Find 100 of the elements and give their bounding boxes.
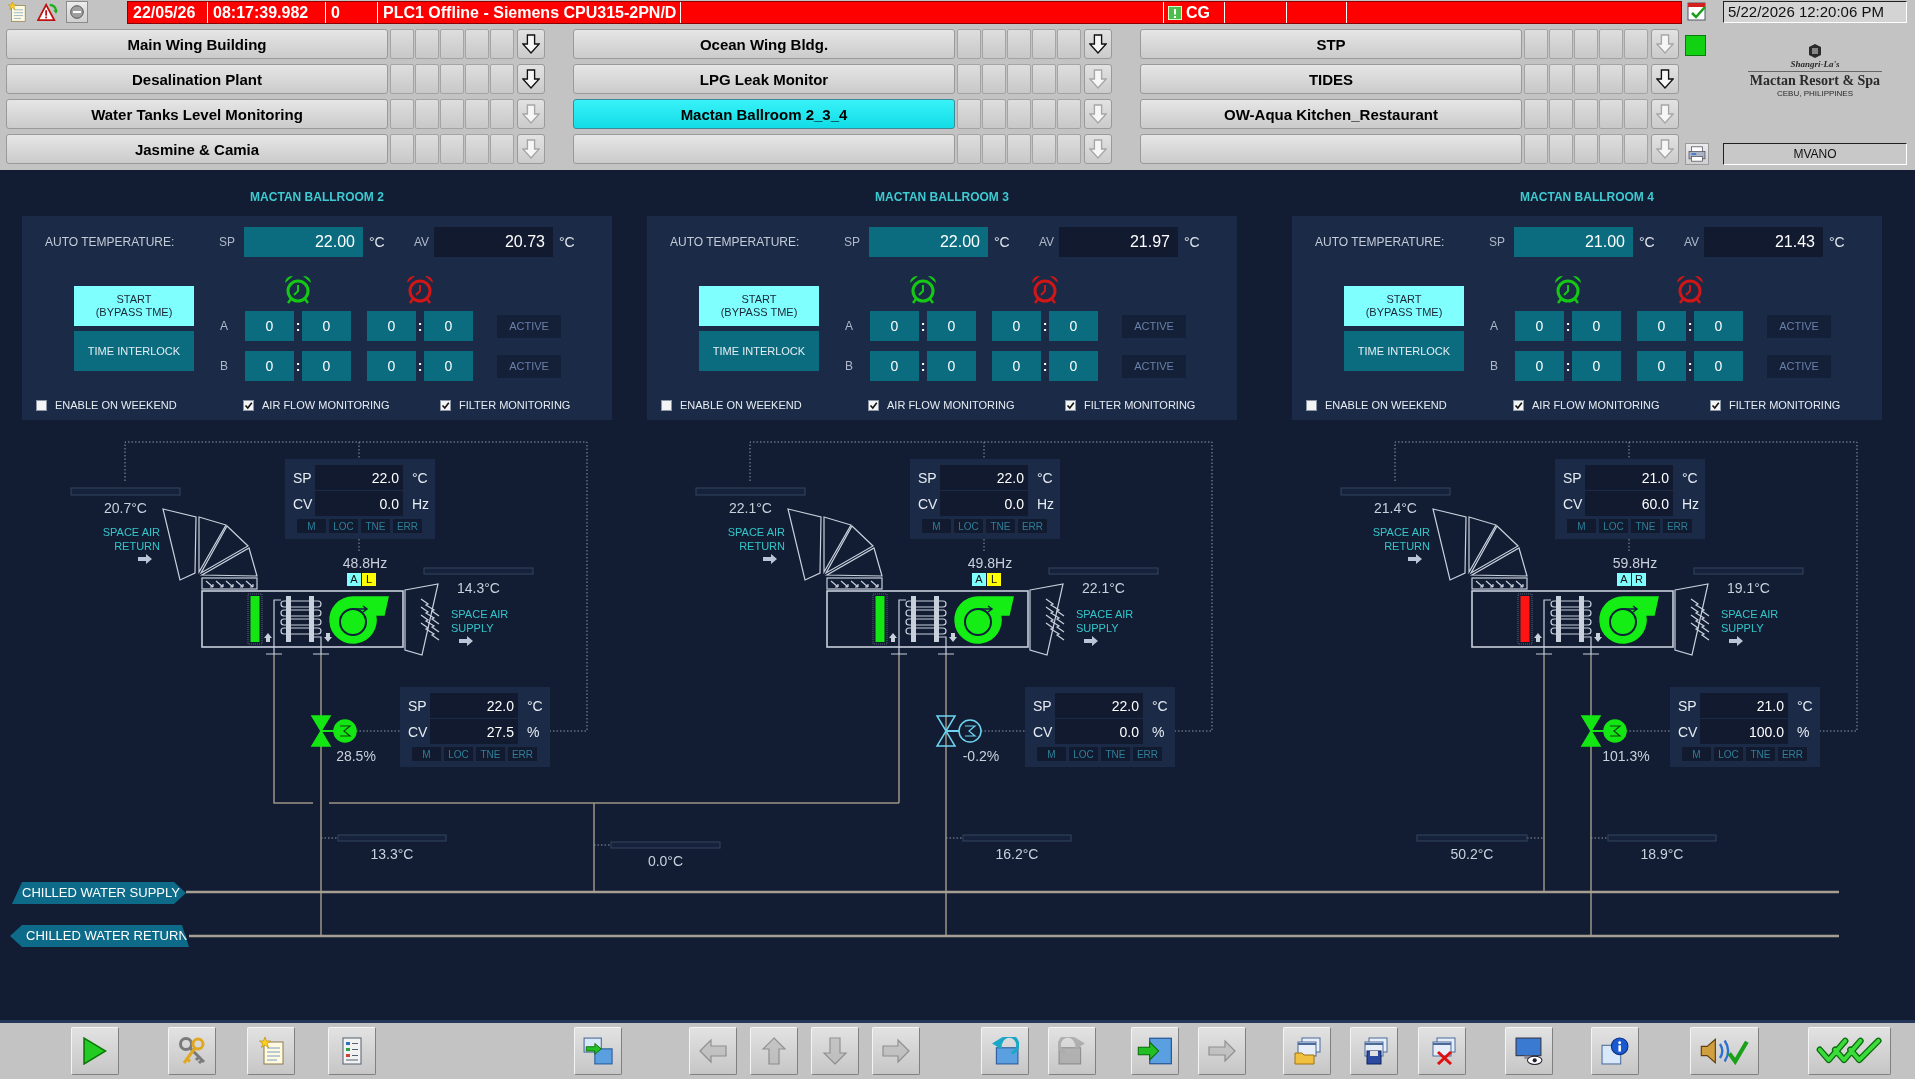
field-label: AV	[1684, 235, 1701, 249]
toolbar-button[interactable]	[981, 1027, 1029, 1075]
setpoint-field[interactable]: 22.0	[430, 693, 518, 718]
time-field[interactable]: 0	[367, 311, 416, 341]
stop-button[interactable]	[66, 1, 88, 23]
blank-slot	[440, 134, 464, 164]
start-button[interactable]: START (BYPASS TME)	[1344, 286, 1464, 326]
interlock-button[interactable]: TIME INTERLOCK	[699, 331, 819, 371]
checkbox[interactable]	[661, 399, 672, 411]
time-field[interactable]: 0	[367, 351, 416, 381]
print-button[interactable]	[1685, 143, 1709, 165]
setpoint-field[interactable]: 22.00	[244, 227, 363, 257]
setpoint-field[interactable]: 22.0	[940, 465, 1028, 490]
setpoint-field[interactable]: 22.0	[1055, 693, 1143, 718]
setpoint-field[interactable]: 21.0	[1700, 693, 1788, 718]
status-badge: L	[362, 573, 376, 586]
blank-slot	[1549, 29, 1573, 59]
screen-button[interactable]: Main Wing Building	[6, 29, 388, 59]
checkbox[interactable]	[868, 399, 879, 411]
blank-slot	[415, 64, 439, 94]
screen-button[interactable]: TIDES	[1140, 64, 1522, 94]
start-button[interactable]: START (BYPASS TME)	[74, 286, 194, 326]
toolbar-button[interactable]	[574, 1027, 622, 1075]
checkbox[interactable]	[1710, 399, 1721, 411]
mode-indicator: ERR	[1018, 519, 1047, 533]
notepad-button[interactable]	[6, 1, 28, 23]
time-field[interactable]: 0	[245, 351, 294, 381]
setpoint-field[interactable]: 22.00	[869, 227, 988, 257]
time-field[interactable]: 0	[927, 311, 976, 341]
unit-label: %	[527, 723, 540, 740]
time-field[interactable]: 0	[1637, 311, 1686, 341]
checkbox[interactable]	[1306, 399, 1317, 411]
time-field[interactable]: 0	[1572, 351, 1621, 381]
mode-indicator: ERR	[1778, 747, 1807, 761]
down-arrow-button[interactable]	[1084, 29, 1112, 59]
setpoint-field[interactable]: 21.00	[1514, 227, 1633, 257]
screen-button[interactable]: Water Tanks Level Monitoring	[6, 99, 388, 129]
time-field[interactable]: 0	[245, 311, 294, 341]
down-arrow-button[interactable]	[1651, 64, 1679, 94]
toolbar-button[interactable]	[1690, 1027, 1759, 1075]
time-field[interactable]: 0	[927, 351, 976, 381]
setpoint-field[interactable]: 21.0	[1585, 465, 1673, 490]
toolbar-button[interactable]	[1131, 1027, 1179, 1075]
toolbar-button[interactable]	[168, 1027, 216, 1075]
unit-label: %	[1797, 723, 1810, 740]
toolbar-button[interactable]	[1350, 1027, 1398, 1075]
alarm-message: PLC1 Offline - Siemens CPU315-2PN/D	[377, 2, 680, 23]
toolbar-button[interactable]	[1505, 1027, 1553, 1075]
screen-button[interactable]: Ocean Wing Bldg.	[573, 29, 955, 59]
blank-slot	[957, 64, 981, 94]
time-field[interactable]: 0	[992, 351, 1041, 381]
temperature-reading: 16.2°C	[994, 846, 1040, 862]
screen-button[interactable]: LPG Leak Monitor	[573, 64, 955, 94]
checkbox[interactable]	[440, 399, 451, 411]
checklist-button[interactable]	[1686, 1, 1708, 23]
time-field[interactable]: 0	[1694, 311, 1743, 341]
time-field[interactable]: 0	[302, 351, 351, 381]
time-field[interactable]: 0	[1515, 311, 1564, 341]
alarm-clock-icon	[909, 275, 937, 304]
warning-button[interactable]	[36, 1, 58, 23]
time-field[interactable]: 0	[424, 351, 473, 381]
time-field[interactable]: 0	[1572, 311, 1621, 341]
toolbar-button[interactable]	[1418, 1027, 1466, 1075]
stop-icon	[70, 5, 84, 19]
screen-button[interactable]	[1140, 134, 1522, 164]
time-field[interactable]: 0	[992, 311, 1041, 341]
time-field[interactable]: 0	[1049, 351, 1098, 381]
checkbox[interactable]	[1065, 399, 1076, 411]
checkbox[interactable]	[36, 399, 47, 411]
checkbox[interactable]	[1513, 399, 1524, 411]
mode-indicator: LOC	[1069, 747, 1098, 761]
down-arrow-button[interactable]	[517, 29, 545, 59]
interlock-button[interactable]: TIME INTERLOCK	[1344, 331, 1464, 371]
screen-button[interactable]: Desalination Plant	[6, 64, 388, 94]
blank-slot	[390, 99, 414, 129]
checkbox[interactable]	[243, 399, 254, 411]
time-field[interactable]: 0	[1637, 351, 1686, 381]
air-path-label: SPACE AIR RETURN	[1371, 525, 1430, 553]
time-field[interactable]: 0	[1049, 311, 1098, 341]
time-field[interactable]: 0	[424, 311, 473, 341]
screen-button[interactable]: STP	[1140, 29, 1522, 59]
arrow-into-window-icon	[1137, 1037, 1173, 1065]
interlock-button[interactable]: TIME INTERLOCK	[74, 331, 194, 371]
blank-slot	[1599, 134, 1623, 164]
time-field[interactable]: 0	[870, 351, 919, 381]
down-arrow-icon	[821, 1037, 849, 1065]
toolbar-button[interactable]	[1591, 1027, 1639, 1075]
screen-button[interactable]: Jasmine & Camia	[6, 134, 388, 164]
toolbar-button[interactable]	[1808, 1027, 1891, 1075]
screen-button[interactable]	[573, 134, 955, 164]
down-arrow-button[interactable]	[517, 64, 545, 94]
toolbar-button[interactable]	[71, 1027, 119, 1075]
setpoint-field[interactable]: 22.0	[315, 465, 403, 490]
start-button[interactable]: START (BYPASS TME)	[699, 286, 819, 326]
time-field[interactable]: 0	[1694, 351, 1743, 381]
time-field[interactable]: 0	[870, 311, 919, 341]
time-field[interactable]: 0	[1515, 351, 1564, 381]
screen-button[interactable]: Mactan Ballroom 2_3_4	[573, 99, 955, 129]
screen-button[interactable]: OW-Aqua Kitchen_Restaurant	[1140, 99, 1522, 129]
time-field[interactable]: 0	[302, 311, 351, 341]
